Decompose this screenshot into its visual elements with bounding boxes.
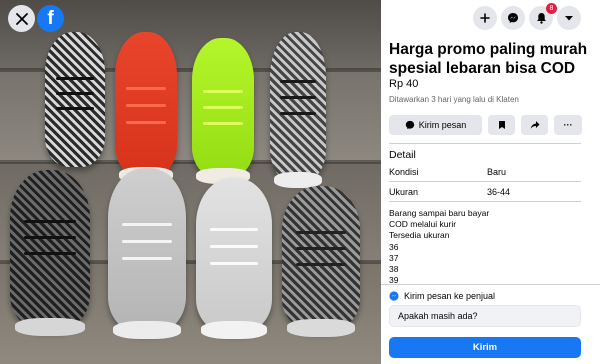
- facebook-logo[interactable]: f: [37, 5, 64, 32]
- save-button[interactable]: [488, 115, 515, 135]
- notification-badge: 8: [546, 3, 557, 14]
- shoe-neon-green: [192, 38, 254, 184]
- detail-value: Baru: [487, 167, 507, 177]
- shoe-white: [196, 178, 272, 339]
- send-button[interactable]: Kirim: [389, 337, 581, 358]
- shoe-black-knit: [10, 170, 90, 336]
- description-line: Barang sampai baru bayar: [389, 208, 490, 218]
- description-line: 38: [389, 264, 399, 275]
- more-options-button[interactable]: ···: [554, 115, 582, 135]
- seller-message-header: Kirim pesan ke penjual: [389, 291, 495, 301]
- detail-value: 36-44: [487, 187, 511, 197]
- shoe-grey-knit: [270, 32, 326, 188]
- caret-down-icon: [565, 16, 573, 21]
- share-button[interactable]: [521, 115, 548, 135]
- description-line: 36: [389, 241, 399, 252]
- messenger-button[interactable]: [501, 6, 525, 30]
- listing-description: Barang sampai baru bayar COD melalui kur…: [389, 208, 581, 285]
- message-section-divider: [381, 284, 600, 285]
- plus-icon: [480, 13, 490, 23]
- account-menu-button[interactable]: [557, 6, 581, 30]
- create-button[interactable]: [473, 6, 497, 30]
- shoe-dark-grey: [282, 186, 360, 337]
- listing-photo: f: [0, 0, 381, 364]
- listing-posted-info: Ditawarkan 3 hari yang lalu di Klaten: [389, 95, 519, 104]
- more-icon: ···: [563, 120, 573, 130]
- bell-icon: [536, 13, 546, 24]
- shoe-light-grey: [108, 168, 186, 339]
- listing-price: Rp 40: [389, 78, 419, 90]
- description-line: Tersedia ukuran: [389, 230, 450, 241]
- notifications-button[interactable]: 8: [529, 3, 557, 30]
- description-line: 37: [389, 252, 399, 263]
- send-message-button[interactable]: Kirim pesan: [389, 115, 482, 135]
- detail-row-divider: [389, 181, 581, 182]
- detail-row-divider: [389, 201, 581, 202]
- listing-panel: 8 Harga promo paling murah spesial lebar…: [381, 0, 600, 364]
- messenger-icon: [389, 291, 399, 301]
- shoe-black-white: [45, 32, 105, 167]
- section-divider: [389, 143, 581, 144]
- detail-key: Kondisi: [389, 167, 419, 177]
- bookmark-icon: [498, 121, 505, 129]
- facebook-logo-icon: f: [47, 7, 54, 29]
- details-heading: Detail: [389, 149, 416, 161]
- share-icon: [530, 121, 539, 129]
- listing-actions: Kirim pesan ···: [389, 115, 592, 135]
- messenger-icon: [508, 13, 518, 23]
- seller-message-input[interactable]: [389, 305, 581, 327]
- top-navigation: 8: [381, 0, 600, 36]
- shoe-orange: [115, 32, 177, 183]
- description-line: COD melalui kurir: [389, 219, 457, 230]
- messenger-icon: [405, 120, 414, 130]
- send-message-label: Kirim pesan: [418, 120, 467, 130]
- seller-message-label: Kirim pesan ke penjual: [404, 291, 496, 301]
- detail-key: Ukuran: [389, 187, 419, 197]
- close-icon: [15, 12, 28, 25]
- close-button[interactable]: [8, 5, 35, 32]
- listing-title: Harga promo paling murah spesial lebaran…: [389, 41, 588, 77]
